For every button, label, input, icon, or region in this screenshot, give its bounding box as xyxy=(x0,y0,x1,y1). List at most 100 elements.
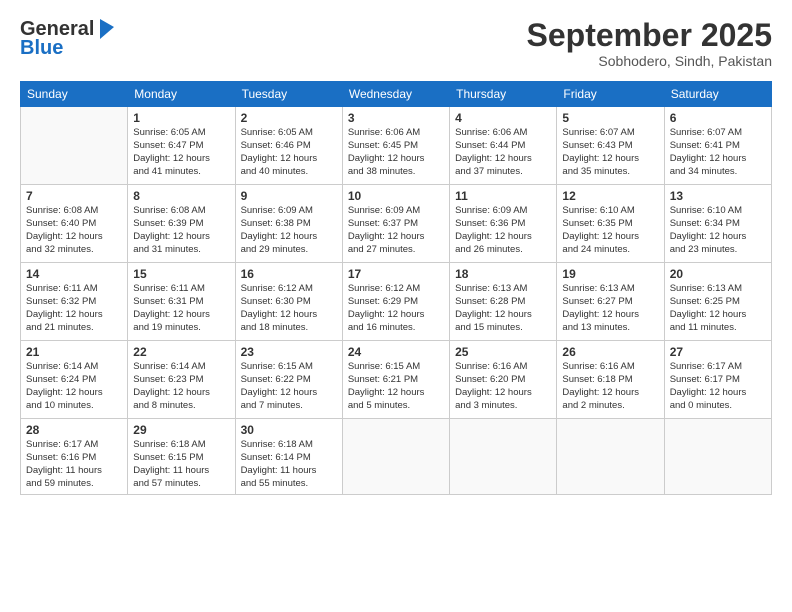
day-number: 30 xyxy=(241,423,337,437)
day-info: Sunrise: 6:09 AMSunset: 6:38 PMDaylight:… xyxy=(241,205,337,256)
day-info: Sunrise: 6:16 AMSunset: 6:20 PMDaylight:… xyxy=(455,361,551,412)
table-row xyxy=(450,419,557,495)
day-info: Sunrise: 6:15 AMSunset: 6:22 PMDaylight:… xyxy=(241,361,337,412)
day-number: 4 xyxy=(455,111,551,125)
table-row xyxy=(342,419,449,495)
table-row: 1 Sunrise: 6:05 AMSunset: 6:47 PMDaylight… xyxy=(128,107,235,185)
day-number: 2 xyxy=(241,111,337,125)
day-info: Sunrise: 6:05 AMSunset: 6:47 PMDaylight:… xyxy=(133,127,229,178)
day-info: Sunrise: 6:07 AMSunset: 6:43 PMDaylight:… xyxy=(562,127,658,178)
table-row: 6 Sunrise: 6:07 AMSunset: 6:41 PMDaylight… xyxy=(664,107,771,185)
logo: General Blue xyxy=(20,18,116,60)
day-number: 26 xyxy=(562,345,658,359)
day-number: 25 xyxy=(455,345,551,359)
day-number: 3 xyxy=(348,111,444,125)
table-row: 12 Sunrise: 6:10 AMSunset: 6:35 PMDayligh… xyxy=(557,185,664,263)
day-number: 24 xyxy=(348,345,444,359)
day-info: Sunrise: 6:05 AMSunset: 6:46 PMDaylight:… xyxy=(241,127,337,178)
table-row: 5 Sunrise: 6:07 AMSunset: 6:43 PMDaylight… xyxy=(557,107,664,185)
day-number: 10 xyxy=(348,189,444,203)
table-row: 28 Sunrise: 6:17 AMSunset: 6:16 PMDayligh… xyxy=(21,419,128,495)
table-row: 19Sunrise: 6:13 AMSunset: 6:27 PMDayligh… xyxy=(557,263,664,341)
day-number: 14 xyxy=(26,267,122,281)
col-saturday: Saturday xyxy=(664,82,771,107)
day-info: Sunrise: 6:09 AMSunset: 6:37 PMDaylight:… xyxy=(348,205,444,256)
day-number: 12 xyxy=(562,189,658,203)
table-row: 18 Sunrise: 6:13 AMSunset: 6:28 PMDayligh… xyxy=(450,263,557,341)
day-info: Sunrise: 6:18 AMSunset: 6:15 PMDaylight:… xyxy=(133,439,229,490)
day-number: 18 xyxy=(455,267,551,281)
day-number: 23 xyxy=(241,345,337,359)
table-row: 7 Sunrise: 6:08 AMSunset: 6:40 PMDaylight… xyxy=(21,185,128,263)
day-number: 17 xyxy=(348,267,444,281)
logo-icon xyxy=(96,17,116,41)
table-row: 16 Sunrise: 6:12 AMSunset: 6:30 PMDayligh… xyxy=(235,263,342,341)
day-number: 5 xyxy=(562,111,658,125)
day-number: 6 xyxy=(670,111,766,125)
day-info: Sunrise: 6:17 AMSunset: 6:17 PMDaylight:… xyxy=(670,361,766,412)
day-info: Sunrise: 6:08 AMSunset: 6:40 PMDaylight:… xyxy=(26,205,122,256)
day-info: Sunrise: 6:10 AMSunset: 6:35 PMDaylight:… xyxy=(562,205,658,256)
day-info: Sunrise: 6:13 AMSunset: 6:27 PMDaylight:… xyxy=(562,283,658,334)
calendar-table: Sunday Monday Tuesday Wednesday Thursday… xyxy=(20,81,772,495)
table-row: 20 Sunrise: 6:13 AMSunset: 6:25 PMDayligh… xyxy=(664,263,771,341)
table-row: 15 Sunrise: 6:11 AMSunset: 6:31 PMDayligh… xyxy=(128,263,235,341)
col-wednesday: Wednesday xyxy=(342,82,449,107)
table-row: 17Sunrise: 6:12 AMSunset: 6:29 PMDayligh… xyxy=(342,263,449,341)
day-number: 13 xyxy=(670,189,766,203)
day-number: 15 xyxy=(133,267,229,281)
day-number: 20 xyxy=(670,267,766,281)
table-row xyxy=(21,107,128,185)
table-row: 3Sunrise: 6:06 AMSunset: 6:45 PMDaylight… xyxy=(342,107,449,185)
col-tuesday: Tuesday xyxy=(235,82,342,107)
day-number: 7 xyxy=(26,189,122,203)
day-info: Sunrise: 6:12 AMSunset: 6:30 PMDaylight:… xyxy=(241,283,337,334)
col-thursday: Thursday xyxy=(450,82,557,107)
table-row: 30 Sunrise: 6:18 AMSunset: 6:14 PMDayligh… xyxy=(235,419,342,495)
table-row: 24Sunrise: 6:15 AMSunset: 6:21 PMDayligh… xyxy=(342,341,449,419)
day-info: Sunrise: 6:16 AMSunset: 6:18 PMDaylight:… xyxy=(562,361,658,412)
day-number: 9 xyxy=(241,189,337,203)
day-info: Sunrise: 6:14 AMSunset: 6:23 PMDaylight:… xyxy=(133,361,229,412)
table-row: 2 Sunrise: 6:05 AMSunset: 6:46 PMDaylight… xyxy=(235,107,342,185)
page-header: General Blue September 2025 Sobhodero, S… xyxy=(20,18,772,69)
day-info: Sunrise: 6:11 AMSunset: 6:31 PMDaylight:… xyxy=(133,283,229,334)
table-row: 29 Sunrise: 6:18 AMSunset: 6:15 PMDayligh… xyxy=(128,419,235,495)
day-info: Sunrise: 6:17 AMSunset: 6:16 PMDaylight:… xyxy=(26,439,122,490)
day-number: 29 xyxy=(133,423,229,437)
title-block: September 2025 Sobhodero, Sindh, Pakista… xyxy=(527,18,772,69)
table-row: 13Sunrise: 6:10 AMSunset: 6:34 PMDayligh… xyxy=(664,185,771,263)
table-row: 9 Sunrise: 6:09 AMSunset: 6:38 PMDaylight… xyxy=(235,185,342,263)
day-number: 22 xyxy=(133,345,229,359)
table-row: 4Sunrise: 6:06 AMSunset: 6:44 PMDaylight… xyxy=(450,107,557,185)
day-info: Sunrise: 6:08 AMSunset: 6:39 PMDaylight:… xyxy=(133,205,229,256)
month-title: September 2025 xyxy=(527,18,772,53)
calendar-header-row: Sunday Monday Tuesday Wednesday Thursday… xyxy=(21,82,772,107)
day-info: Sunrise: 6:13 AMSunset: 6:28 PMDaylight:… xyxy=(455,283,551,334)
day-info: Sunrise: 6:07 AMSunset: 6:41 PMDaylight:… xyxy=(670,127,766,178)
day-info: Sunrise: 6:13 AMSunset: 6:25 PMDaylight:… xyxy=(670,283,766,334)
day-number: 1 xyxy=(133,111,229,125)
day-number: 16 xyxy=(241,267,337,281)
col-sunday: Sunday xyxy=(21,82,128,107)
table-row xyxy=(557,419,664,495)
day-number: 11 xyxy=(455,189,551,203)
day-number: 28 xyxy=(26,423,122,437)
day-number: 21 xyxy=(26,345,122,359)
table-row xyxy=(664,419,771,495)
day-number: 27 xyxy=(670,345,766,359)
table-row: 8 Sunrise: 6:08 AMSunset: 6:39 PMDaylight… xyxy=(128,185,235,263)
location: Sobhodero, Sindh, Pakistan xyxy=(527,53,772,69)
day-info: Sunrise: 6:11 AMSunset: 6:32 PMDaylight:… xyxy=(26,283,122,334)
table-row: 23 Sunrise: 6:15 AMSunset: 6:22 PMDayligh… xyxy=(235,341,342,419)
col-monday: Monday xyxy=(128,82,235,107)
col-friday: Friday xyxy=(557,82,664,107)
table-row: 25 Sunrise: 6:16 AMSunset: 6:20 PMDayligh… xyxy=(450,341,557,419)
day-number: 8 xyxy=(133,189,229,203)
table-row: 22 Sunrise: 6:14 AMSunset: 6:23 PMDayligh… xyxy=(128,341,235,419)
table-row: 26 Sunrise: 6:16 AMSunset: 6:18 PMDayligh… xyxy=(557,341,664,419)
table-row: 21 Sunrise: 6:14 AMSunset: 6:24 PMDayligh… xyxy=(21,341,128,419)
day-info: Sunrise: 6:09 AMSunset: 6:36 PMDaylight:… xyxy=(455,205,551,256)
day-info: Sunrise: 6:14 AMSunset: 6:24 PMDaylight:… xyxy=(26,361,122,412)
day-info: Sunrise: 6:18 AMSunset: 6:14 PMDaylight:… xyxy=(241,439,337,490)
